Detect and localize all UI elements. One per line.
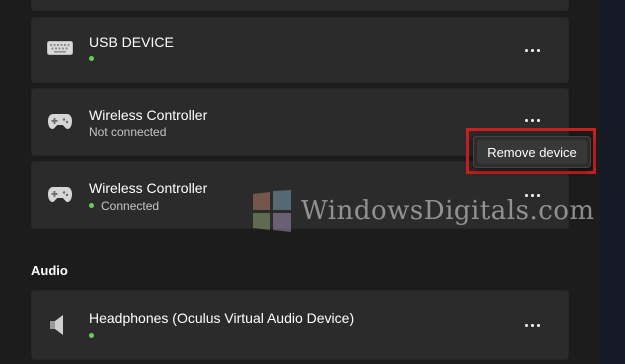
watermark-logo-icon (253, 190, 291, 232)
device-name: Wireless Controller (89, 180, 208, 196)
more-dot (530, 118, 534, 122)
more-dot (524, 323, 528, 327)
more-options-button[interactable] (519, 42, 545, 58)
gamepad-icon (47, 184, 73, 209)
more-dot (536, 48, 540, 52)
keyboard-icon (47, 41, 73, 60)
window-edge (600, 0, 625, 364)
status-dot (89, 203, 94, 209)
status-dot (89, 56, 94, 61)
more-dot (524, 48, 528, 52)
more-options-button[interactable] (519, 112, 545, 128)
status-dot (89, 333, 94, 338)
section-heading-audio: Audio (31, 263, 68, 278)
device-card-usb[interactable]: USB DEVICE (31, 17, 569, 83)
more-dot (530, 48, 534, 52)
device-status: Not connected (89, 125, 167, 139)
more-dot (536, 323, 540, 327)
context-menu: Remove device (473, 136, 591, 168)
watermark: WindowsDigitals.com (253, 190, 625, 234)
more-dot (536, 118, 540, 122)
more-dot (530, 323, 534, 327)
speaker-icon (47, 313, 67, 342)
more-options-button[interactable] (519, 317, 545, 333)
device-name: Headphones (Oculus Virtual Audio Device) (89, 310, 355, 326)
device-card-partial (31, 0, 569, 11)
device-name: Wireless Controller (89, 107, 208, 123)
watermark-text: WindowsDigitals.com (301, 196, 595, 226)
more-dot (524, 118, 528, 122)
device-card-headphones[interactable]: Headphones (Oculus Virtual Audio Device) (31, 290, 569, 360)
device-status-line: Connected (89, 199, 159, 213)
device-status: Connected (101, 199, 160, 213)
gamepad-icon (47, 111, 73, 136)
device-name: USB DEVICE (89, 34, 174, 50)
remove-device-menu-item[interactable]: Remove device (477, 140, 587, 164)
